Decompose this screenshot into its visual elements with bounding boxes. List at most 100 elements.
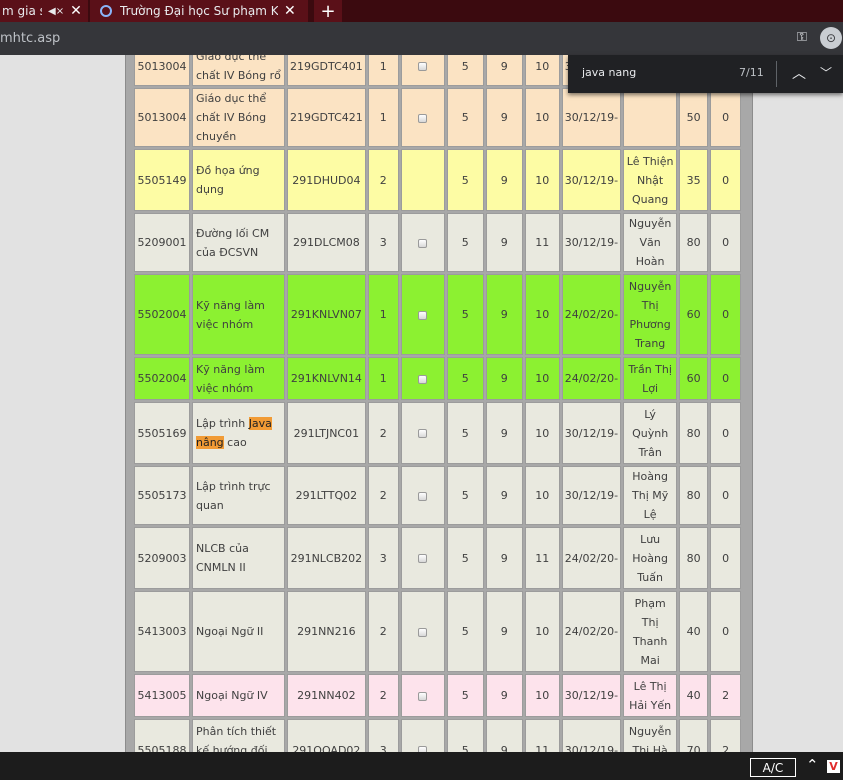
register-checkbox[interactable] bbox=[418, 627, 428, 637]
lecturer-cell: Nguyễn Thị Phương Trang bbox=[623, 274, 678, 355]
course-code-cell: 5013004 bbox=[134, 88, 190, 147]
lecturer-cell bbox=[623, 88, 678, 147]
tab-gia-su[interactable]: m gia sư ◀× ✕ bbox=[0, 0, 88, 22]
register-cell bbox=[400, 55, 445, 86]
show-hidden-icons-icon[interactable]: ⌃ bbox=[806, 756, 819, 774]
course-name-cell: Lập trình Java nâng cao bbox=[192, 402, 285, 464]
course-name-cell: Ngoại Ngữ II bbox=[192, 591, 285, 672]
end-period-cell: 11 bbox=[524, 719, 560, 752]
find-divider bbox=[776, 61, 777, 87]
capacity-cell: 80 bbox=[679, 527, 709, 589]
tab-university[interactable]: Trường Đại học Sư phạm Kỹ thuật ✕ bbox=[90, 0, 308, 22]
course-code-cell: 5209003 bbox=[134, 527, 190, 589]
credits-cell: 1 bbox=[367, 88, 399, 147]
register-checkbox[interactable] bbox=[418, 554, 428, 563]
register-cell bbox=[400, 719, 445, 752]
class-code-cell: 291NN216 bbox=[287, 591, 366, 672]
start-date-cell: 30/12/19- bbox=[561, 674, 622, 717]
registered-cell: 0 bbox=[710, 274, 742, 355]
credits-cell: 3 bbox=[367, 213, 399, 272]
start-date-cell: 30/12/19- bbox=[561, 149, 622, 211]
course-name-cell: Phân tích thiết kế hướng đối tượng bbox=[192, 719, 285, 752]
credits-cell: 2 bbox=[367, 674, 399, 717]
course-name-cell: Kỹ năng làm việc nhóm bbox=[192, 274, 285, 355]
register-cell bbox=[400, 149, 445, 211]
weekday-cell: 5 bbox=[446, 357, 484, 400]
registered-cell: 2 bbox=[710, 719, 742, 752]
register-checkbox[interactable] bbox=[418, 491, 428, 501]
start-period-cell: 9 bbox=[485, 357, 523, 400]
lecturer-cell: Lưu Hoàng Tuấn bbox=[623, 527, 678, 589]
credits-cell: 2 bbox=[367, 466, 399, 525]
registered-cell: 0 bbox=[710, 402, 742, 464]
registered-cell: 0 bbox=[710, 357, 742, 400]
class-code-cell: 291OOAD02 bbox=[287, 719, 366, 752]
course-row: 5505149 Đồ họa ứng dụng 291DHUD04 2 5 9 10 30/1… bbox=[134, 149, 742, 211]
course-row: 5505188Phân tích thiết kế hướng đối tượn… bbox=[134, 719, 742, 752]
register-checkbox[interactable] bbox=[418, 310, 428, 320]
close-tab-icon[interactable]: ✕ bbox=[284, 3, 296, 19]
register-checkbox[interactable] bbox=[418, 691, 428, 701]
lecturer-cell: Phạm Thị Thanh Mai bbox=[623, 591, 678, 672]
register-checkbox[interactable] bbox=[418, 113, 428, 123]
globe-icon bbox=[100, 5, 112, 17]
register-cell bbox=[400, 674, 445, 717]
lecturer-cell: Nguyễn Văn Hoàn bbox=[623, 213, 678, 272]
class-code-cell: 291NLCB202 bbox=[287, 527, 366, 589]
capacity-cell: 40 bbox=[679, 591, 709, 672]
lecturer-cell: Trần Thị Lợi bbox=[623, 357, 678, 400]
lecturer-cell: Lý Quỳnh Trân bbox=[623, 402, 678, 464]
weekday-cell: 5 bbox=[446, 55, 484, 86]
class-code-cell: 291NN402 bbox=[287, 674, 366, 717]
course-row: 5209001 Đường lối CM của ĐCSVN 291DLCM08 3 5… bbox=[134, 213, 742, 272]
start-period-cell: 9 bbox=[485, 88, 523, 147]
chevron-down-icon[interactable]: ﹀ bbox=[820, 64, 832, 81]
chevron-up-icon[interactable]: ︿ bbox=[792, 63, 806, 83]
course-name-cell: Giáo dục thể chất IV Bóng rổ bbox=[192, 55, 285, 86]
class-code-cell: 219GDTC401 bbox=[287, 55, 366, 86]
course-code-cell: 5413003 bbox=[134, 591, 190, 672]
tab-label: m gia sư bbox=[2, 4, 42, 18]
url-field[interactable]: mhtc.asp bbox=[0, 31, 60, 46]
weekday-cell: 5 bbox=[446, 466, 484, 525]
address-bar: mhtc.asp ⚿ ⊙ bbox=[0, 22, 843, 55]
tray-app-icon[interactable]: V bbox=[827, 760, 840, 773]
start-period-cell: 9 bbox=[485, 591, 523, 672]
capacity-cell: 80 bbox=[679, 213, 709, 272]
find-input[interactable]: java nang bbox=[582, 66, 636, 79]
weekday-cell: 5 bbox=[446, 88, 484, 147]
capacity-cell: 70 bbox=[679, 719, 709, 752]
course-name-cell: Đồ họa ứng dụng bbox=[192, 149, 285, 211]
end-period-cell: 10 bbox=[524, 149, 560, 211]
register-checkbox[interactable] bbox=[418, 238, 428, 248]
register-cell bbox=[400, 274, 445, 355]
class-code-cell: 219GDTC421 bbox=[287, 88, 366, 147]
register-checkbox[interactable] bbox=[418, 374, 428, 384]
find-result-count: 7/11 bbox=[739, 66, 764, 79]
weekday-cell: 5 bbox=[446, 527, 484, 589]
capacity-cell: 50 bbox=[679, 88, 709, 147]
end-period-cell: 10 bbox=[524, 466, 560, 525]
credits-cell: 1 bbox=[367, 274, 399, 355]
zoom-lens-icon[interactable]: ⊙ bbox=[820, 27, 842, 49]
register-checkbox[interactable] bbox=[418, 62, 428, 71]
course-row: 5209003 NLCB của CNMLN II 291NLCB202 3 5 9 11 2… bbox=[134, 527, 742, 589]
start-date-cell: 24/02/20- bbox=[561, 274, 622, 355]
course-name-cell: Giáo dục thể chất IV Bóng chuyền bbox=[192, 88, 285, 147]
search-highlight: nâng bbox=[196, 436, 224, 449]
key-icon[interactable]: ⚿ bbox=[797, 30, 807, 45]
credits-cell: 1 bbox=[367, 357, 399, 400]
speaker-muted-icon[interactable]: ◀× bbox=[48, 6, 64, 17]
input-method-indicator[interactable]: A/C bbox=[750, 758, 796, 777]
start-period-cell: 9 bbox=[485, 402, 523, 464]
start-period-cell: 9 bbox=[485, 213, 523, 272]
tab-strip: m gia sư ◀× ✕ Trường Đại học Sư phạm Kỹ … bbox=[0, 0, 843, 22]
register-checkbox[interactable] bbox=[418, 429, 428, 438]
end-period-cell: 10 bbox=[524, 402, 560, 464]
close-tab-icon[interactable]: ✕ bbox=[70, 3, 82, 19]
new-tab-button[interactable]: + bbox=[314, 0, 342, 22]
start-date-cell: 24/02/20- bbox=[561, 591, 622, 672]
class-code-cell: 291DHUD04 bbox=[287, 149, 366, 211]
capacity-cell: 35 bbox=[679, 149, 709, 211]
lecturer-cell: Lê Thiện Nhật Quang bbox=[623, 149, 678, 211]
